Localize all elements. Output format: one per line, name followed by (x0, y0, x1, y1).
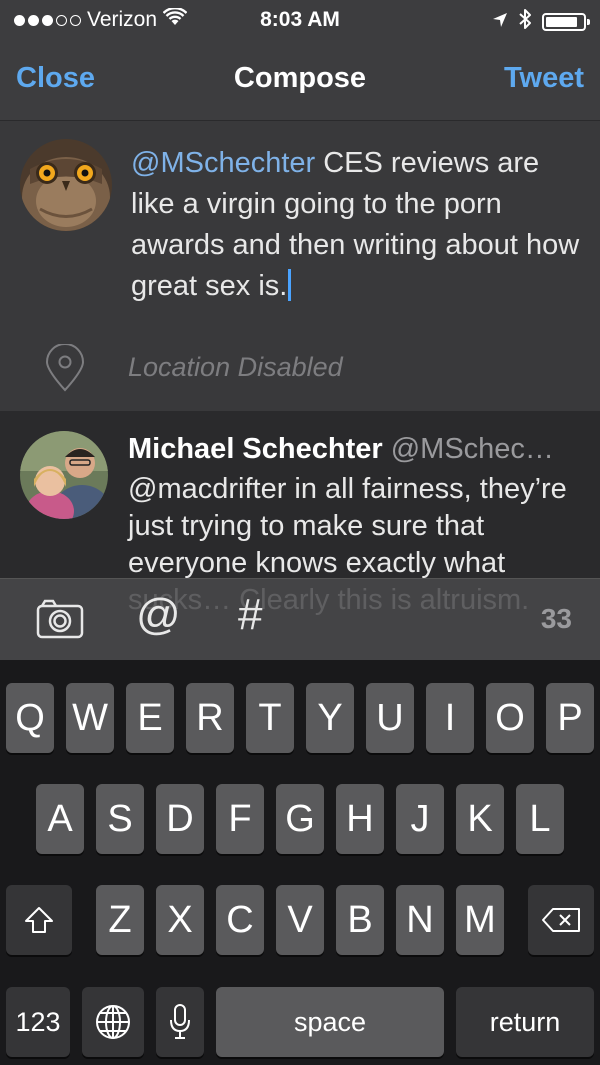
battery-icon (542, 13, 590, 31)
key-g[interactable]: G (276, 784, 324, 854)
nav-bar: Close Compose Tweet (0, 40, 600, 121)
backspace-icon (542, 908, 580, 932)
character-count: 33 (540, 603, 572, 634)
key-s[interactable]: S (96, 784, 144, 854)
key-u[interactable]: U (366, 683, 414, 753)
bluetooth-icon (518, 8, 532, 36)
reply-avatar (20, 431, 108, 519)
dictation-key[interactable] (156, 987, 204, 1057)
key-c[interactable]: C (216, 885, 264, 955)
microphone-icon (170, 1004, 190, 1039)
key-q[interactable]: Q (6, 683, 54, 753)
key-z[interactable]: Z (96, 885, 144, 955)
key-o[interactable]: O (486, 683, 534, 753)
key-r[interactable]: R (186, 683, 234, 753)
status-right (492, 8, 590, 36)
shift-arrow-icon (25, 907, 53, 933)
space-key[interactable]: space (216, 987, 444, 1057)
location-status[interactable]: Location Disabled (128, 352, 343, 383)
globe-key[interactable] (82, 987, 144, 1057)
key-y[interactable]: Y (306, 683, 354, 753)
return-key[interactable]: return (456, 987, 594, 1057)
location-arrow-icon (492, 10, 508, 34)
tweet-text-input[interactable]: @MSchechter CES reviews are like a virgi… (131, 143, 581, 307)
numbers-key[interactable]: 123 (6, 987, 70, 1057)
key-p[interactable]: P (546, 683, 594, 753)
key-t[interactable]: T (246, 683, 294, 753)
hashtag-button[interactable]: # (238, 593, 262, 637)
key-n[interactable]: N (396, 885, 444, 955)
key-m[interactable]: M (456, 885, 504, 955)
key-f[interactable]: F (216, 784, 264, 854)
keyboard: Q W E R T Y U I O P A S D F G H J K L Z … (0, 660, 600, 1065)
key-h[interactable]: H (336, 784, 384, 854)
reply-header: Michael Schechter @MSchec… (128, 433, 588, 466)
key-x[interactable]: X (156, 885, 204, 955)
status-bar: Verizon 8:03 AM (0, 0, 600, 40)
globe-icon (96, 1005, 130, 1039)
user-avatar (20, 139, 112, 231)
key-w[interactable]: W (66, 683, 114, 753)
key-d[interactable]: D (156, 784, 204, 854)
mention-button[interactable]: @ (136, 593, 181, 637)
key-l[interactable]: L (516, 784, 564, 854)
camera-button[interactable] (36, 599, 84, 644)
reply-author-handle: @MSchec… (390, 433, 554, 465)
location-pin-icon[interactable] (44, 343, 86, 397)
mention-text: @MSchechter (131, 147, 316, 179)
shift-key[interactable] (6, 885, 72, 955)
reply-author-name: Michael Schechter (128, 433, 383, 465)
key-j[interactable]: J (396, 784, 444, 854)
key-a[interactable]: A (36, 784, 84, 854)
key-e[interactable]: E (126, 683, 174, 753)
key-v[interactable]: V (276, 885, 324, 955)
text-caret (288, 269, 292, 301)
tweet-button[interactable]: Tweet (504, 62, 584, 95)
compose-toolbar: @ # 33 (0, 578, 600, 661)
key-b[interactable]: B (336, 885, 384, 955)
key-k[interactable]: K (456, 784, 504, 854)
key-i[interactable]: I (426, 683, 474, 753)
delete-key[interactable] (528, 885, 594, 955)
